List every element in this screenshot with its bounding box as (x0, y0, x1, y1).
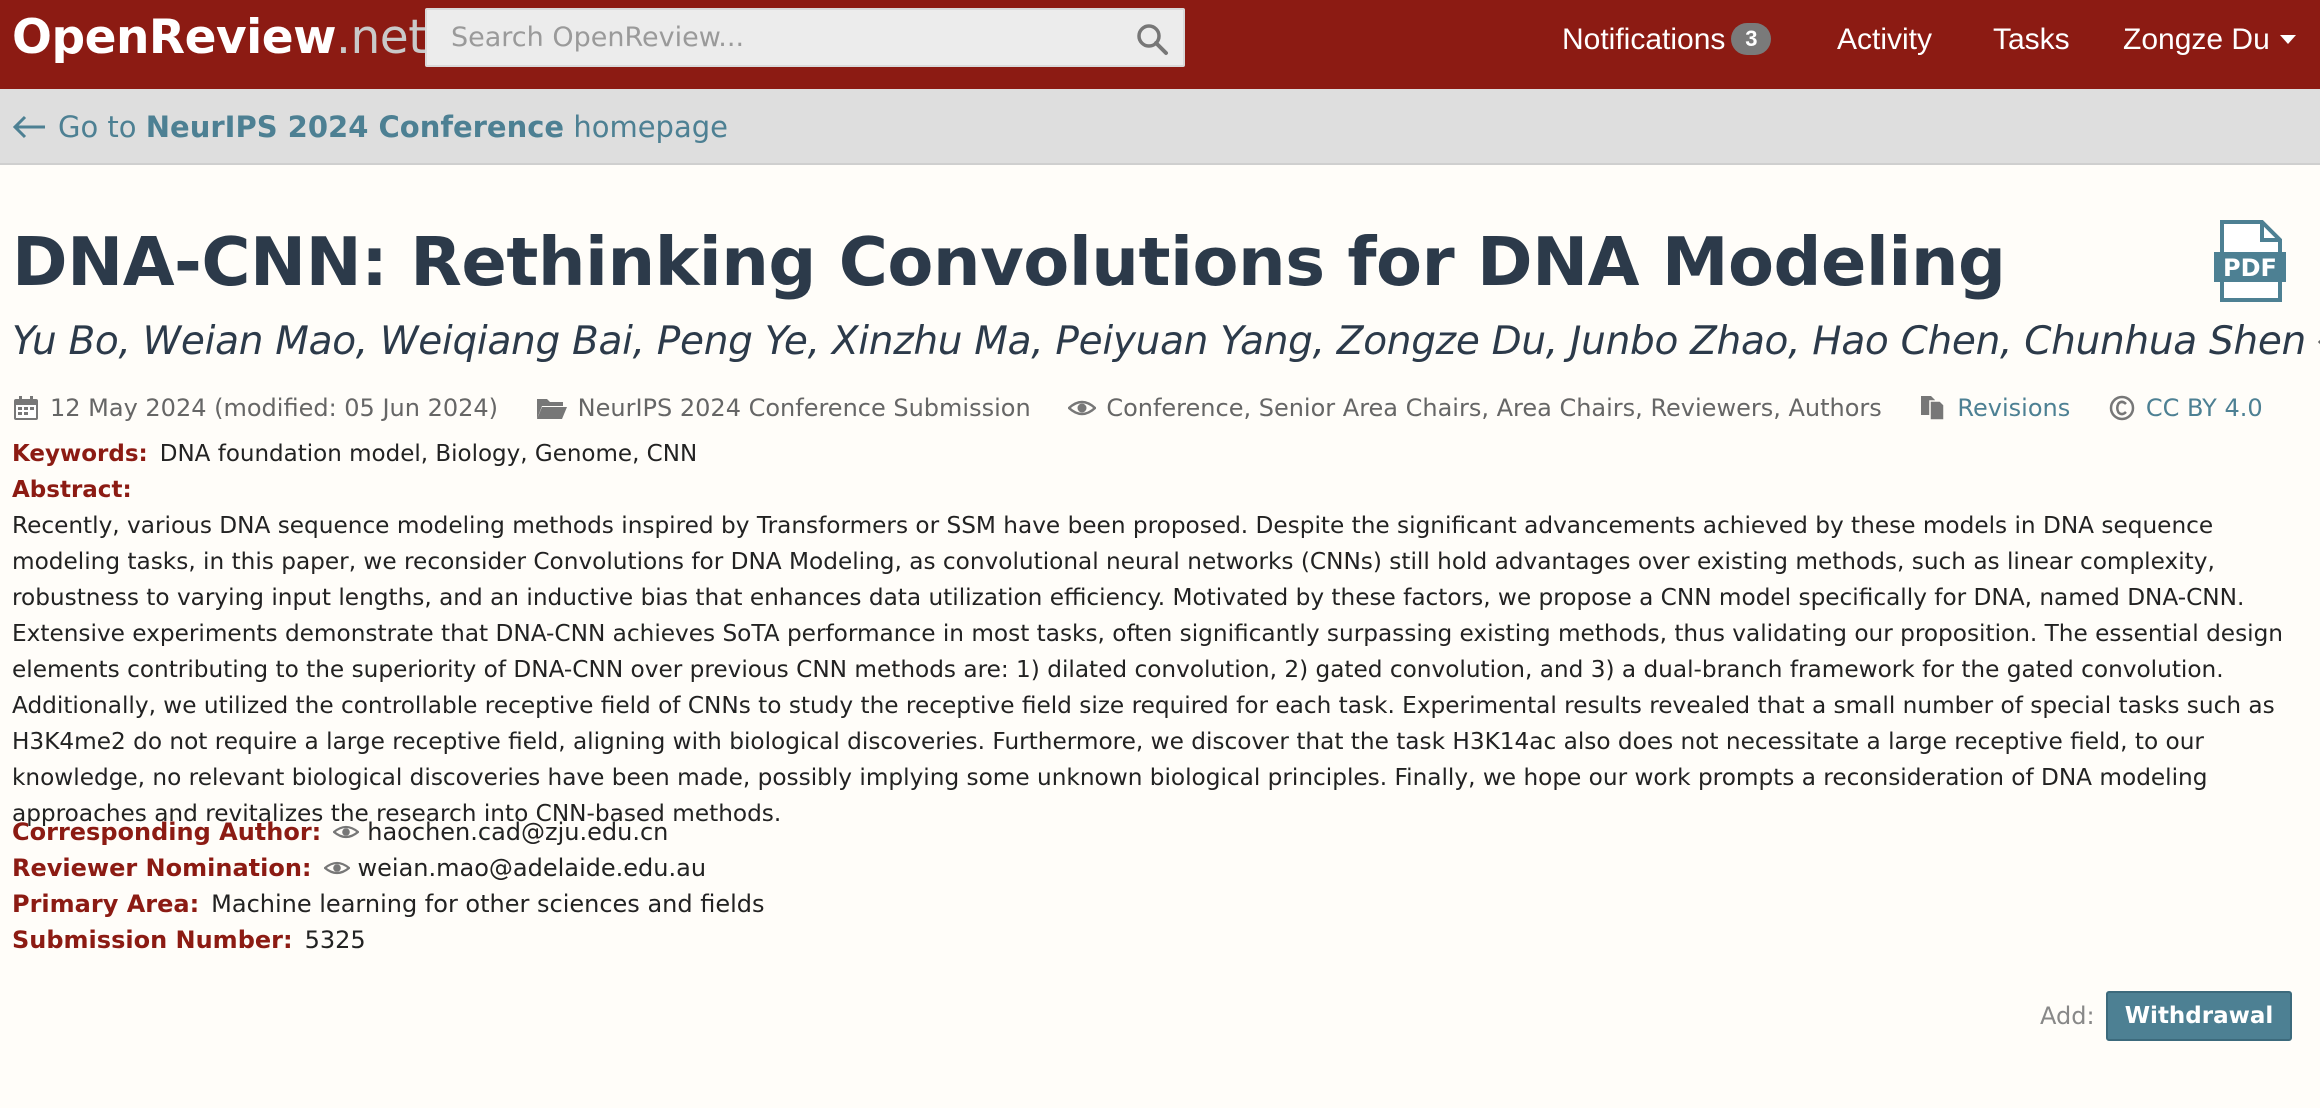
search-input[interactable] (427, 10, 1127, 65)
notifications-count-badge: 3 (1731, 23, 1772, 55)
back-to-venue-link[interactable]: Go to NeurIPS 2024 Conference homepage (12, 107, 728, 147)
documents-icon (1921, 396, 1946, 421)
calendar-icon (14, 396, 38, 420)
brand-main: OpenReview (12, 10, 337, 65)
meta-readers-text: Conference, Senior Area Chairs, Area Cha… (1106, 394, 1882, 422)
submission-number-row: Submission Number: 5325 (12, 922, 765, 958)
arrow-left-icon (12, 115, 45, 139)
back-bar: Go to NeurIPS 2024 Conference homepage (0, 89, 2320, 165)
meta-license[interactable]: CC BY 4.0 (2108, 388, 2263, 428)
reviewer-nomination-value: weian.mao@adelaide.edu.au (357, 854, 707, 882)
authors-list[interactable]: Yu Bo, Weian Mao, Weiqiang Bai, Peng Ye,… (12, 319, 2306, 364)
primary-area-label: Primary Area: (12, 890, 200, 918)
back-venue: NeurIPS 2024 Conference (145, 110, 565, 144)
brand-suffix: .net (336, 10, 427, 65)
nav-activity[interactable]: Activity (1837, 20, 1932, 60)
abstract-row: Abstract: (12, 472, 2308, 508)
back-prefix: Go to (58, 110, 137, 144)
eye-icon (333, 825, 360, 839)
meta-date-text: 12 May 2024 (modified: 05 Jun 2024) (50, 394, 499, 422)
add-label: Add: (2040, 1002, 2095, 1030)
chevron-down-icon (2279, 35, 2296, 44)
pdf-icon[interactable]: PDF (2214, 220, 2286, 304)
primary-area-value: Machine learning for other sciences and … (211, 890, 765, 918)
nav-user-menu[interactable]: Zongze Du (2123, 20, 2296, 60)
keywords-row: Keywords: DNA foundation model, Biology, … (12, 436, 2308, 472)
license-link[interactable]: CC BY 4.0 (2146, 394, 2263, 422)
user-name: Zongze Du (2123, 23, 2270, 56)
copyright-icon (2109, 395, 2135, 421)
primary-area-row: Primary Area: Machine learning for other … (12, 886, 765, 922)
meta-date: 12 May 2024 (modified: 05 Jun 2024) (12, 388, 498, 428)
nav-tasks[interactable]: Tasks (1993, 20, 2070, 60)
reviewer-nomination-row: Reviewer Nomination: weian.mao@adelaide.e… (12, 850, 765, 886)
search-box (425, 8, 1185, 67)
corresponding-author-label: Corresponding Author: (12, 818, 322, 846)
back-suffix: homepage (573, 110, 728, 144)
withdrawal-button[interactable]: Withdrawal (2106, 991, 2292, 1041)
meta-venue: NeurIPS 2024 Conference Submission (536, 388, 1031, 428)
meta-venue-text: NeurIPS 2024 Conference Submission (577, 394, 1031, 422)
keywords-value: DNA foundation model, Biology, Genome, C… (159, 441, 698, 467)
paper-content: Keywords: DNA foundation model, Biology, … (12, 436, 2308, 832)
folder-icon (536, 399, 567, 419)
paper-fields: Corresponding Author: haochen.cad@zju.edu… (12, 814, 765, 958)
paper-meta: 12 May 2024 (modified: 05 Jun 2024) Neur… (12, 388, 2293, 428)
meta-readers: Conference, Senior Area Chairs, Area Cha… (1068, 388, 1882, 428)
nav-notifications[interactable]: Notifications 3 (1562, 20, 1772, 60)
corresponding-author-row: Corresponding Author: haochen.cad@zju.edu… (12, 814, 765, 850)
keywords-label: Keywords: (12, 441, 148, 467)
abstract-label: Abstract: (12, 477, 132, 503)
paper-title: DNA-CNN: Rethinking Convolutions for DNA… (12, 223, 2006, 301)
paper-authors: Yu Bo, Weian Mao, Weiqiang Bai, Peng Ye,… (12, 314, 2320, 370)
corresponding-author-value: haochen.cad@zju.edu.cn (367, 818, 669, 846)
revisions-link[interactable]: Revisions (1957, 394, 2070, 422)
submission-number-label: Submission Number: (12, 926, 293, 954)
openreview-logo[interactable]: OpenReview.net (12, 8, 427, 68)
eye-icon (1068, 400, 1097, 416)
eye-icon (323, 861, 350, 875)
abstract-text: Recently, various DNA sequence modeling … (12, 512, 2284, 827)
search-icon[interactable] (1135, 22, 1169, 56)
svg-text:PDF: PDF (2223, 254, 2277, 282)
notifications-label: Notifications (1562, 23, 1726, 56)
submission-number-value: 5325 (304, 926, 366, 954)
meta-revisions[interactable]: Revisions (1919, 388, 2070, 428)
reviewer-nomination-label: Reviewer Nomination: (12, 854, 312, 882)
top-navbar: OpenReview.net Notifications3 Activity T… (0, 0, 2320, 89)
